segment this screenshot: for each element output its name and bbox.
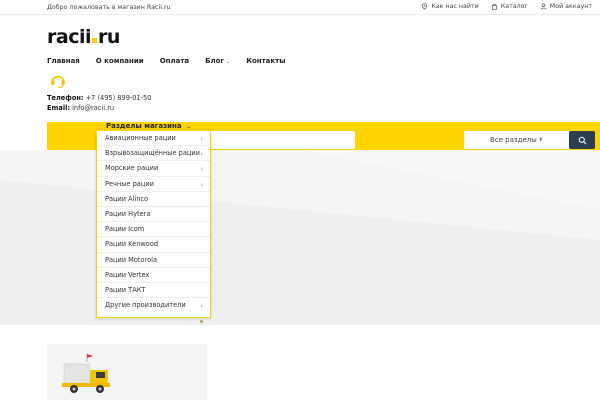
site-logo[interactable]: racii ru	[47, 26, 120, 48]
main-nav: Главная О компании Оплата Блог ⌄ Контакты	[47, 57, 286, 65]
phone-label: Телефон:	[47, 94, 84, 102]
hero-background	[0, 150, 600, 325]
account-link[interactable]: Мой аккаунт	[540, 3, 592, 10]
search-button[interactable]	[569, 131, 595, 149]
category-label: Авиационные рации	[105, 134, 176, 142]
phone-number[interactable]: +7 (495) 899-01-50	[86, 94, 152, 102]
email-label: Email:	[47, 104, 70, 112]
category-label: Рации Hytera	[105, 209, 151, 218]
category-label: Другие производители	[105, 301, 186, 310]
category-item[interactable]: Морские рации ›	[97, 161, 210, 177]
user-icon	[540, 3, 547, 10]
category-item[interactable]: Рации Icom	[97, 222, 210, 238]
category-item[interactable]: Взрывозащищённые рации ›	[97, 146, 210, 162]
welcome-text: Добро пожаловать в магазин Racii.ru	[47, 4, 171, 11]
chevron-right-icon: ›	[200, 302, 203, 311]
category-item[interactable]: Другие производители ›	[97, 298, 210, 313]
logo-dot	[91, 38, 97, 43]
category-label: Рации Kenwood	[105, 240, 159, 249]
category-item[interactable]: Авиационные рации ›	[97, 131, 210, 147]
search-icon	[578, 136, 586, 144]
account-label: Мой аккаунт	[549, 3, 592, 10]
location-pin-icon	[422, 3, 428, 10]
top-bar: Добро пожаловать в магазин Racii.ru Как …	[0, 0, 600, 15]
search-input[interactable]	[207, 131, 355, 149]
chevron-down-icon: ⌄	[226, 59, 231, 65]
category-label: Рации Alinco	[105, 194, 149, 203]
nav-item-contacts[interactable]: Контакты	[246, 57, 285, 65]
delivery-truck-icon	[62, 354, 110, 393]
category-label: Рации Icom	[105, 225, 145, 234]
find-us-link[interactable]: Как нас найти	[421, 3, 479, 10]
category-label: Морские рации	[105, 164, 159, 173]
category-label: Рации Motorola	[105, 255, 157, 264]
logo-text-right: ru	[97, 26, 120, 48]
category-item[interactable]: Рации Vertex	[97, 268, 210, 283]
select-arrows-icon: ⬍	[538, 137, 543, 143]
category-label: Рации Vertex	[105, 270, 150, 279]
categories-menu: Авиационные рации › Взрывозащищённые раци…	[96, 130, 211, 318]
category-item[interactable]: Рации Alinco	[97, 192, 210, 207]
catalog-label: Каталог	[500, 3, 528, 10]
categories-toggle[interactable]: Разделы магазина ⌄	[106, 122, 191, 130]
category-select[interactable]: Все разделы ⬍	[464, 131, 569, 149]
catalog-link[interactable]: Каталог	[491, 3, 528, 10]
phone-line: Телефон: +7 (495) 899-01-50	[47, 94, 151, 102]
nav-item-payment[interactable]: Оплата	[160, 57, 189, 65]
category-label: Взрывозащищённые рации	[105, 149, 200, 158]
chevron-right-icon: ›	[200, 150, 203, 159]
category-item[interactable]: Рации Kenwood	[97, 237, 210, 253]
nav-item-home[interactable]: Главная	[47, 57, 80, 65]
email-address[interactable]: info@racii.ru	[72, 104, 114, 112]
category-label: Рации ТАКТ	[105, 285, 146, 294]
logo-text-left: racii	[47, 26, 91, 48]
chevron-right-icon: ›	[200, 165, 203, 174]
nav-item-about[interactable]: О компании	[96, 57, 144, 65]
category-item[interactable]: Рации Motorola	[97, 253, 210, 268]
chevron-right-icon: ›	[200, 180, 203, 189]
category-item[interactable]: Речные рации ›	[97, 177, 210, 192]
top-links: Как нас найти Каталог Мой аккаунт	[421, 3, 592, 10]
category-item[interactable]: Рации ТАКТ	[97, 283, 210, 299]
hero-banner	[0, 150, 600, 325]
category-label: Речные рации	[105, 179, 154, 188]
nav-item-blog[interactable]: Блог ⌄	[205, 57, 230, 65]
categories-toggle-label: Разделы магазина	[106, 122, 182, 130]
category-item[interactable]: Рации Hytera	[97, 207, 210, 223]
nav-item-blog-label: Блог	[205, 57, 225, 65]
find-us-label: Как нас найти	[431, 3, 479, 10]
chevron-right-icon: ›	[200, 135, 203, 143]
shopping-bag-icon	[491, 3, 497, 10]
email-line: Email: info@racii.ru	[47, 104, 114, 112]
headset-icon	[51, 76, 65, 89]
slider-dot[interactable]	[200, 320, 203, 323]
category-select-value: Все разделы	[490, 136, 537, 144]
